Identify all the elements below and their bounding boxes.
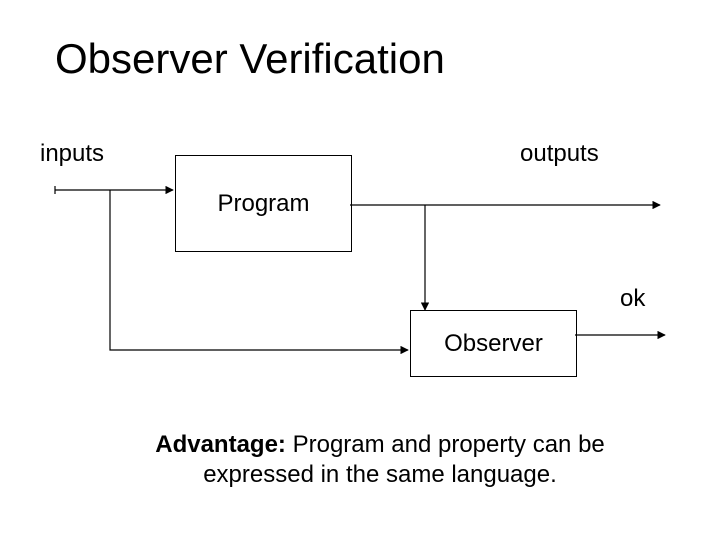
- advantage-lead: Advantage:: [155, 431, 286, 458]
- arrow-inputs-to-program: [55, 186, 173, 194]
- advantage-text: Advantage: Program and property can be e…: [100, 430, 660, 490]
- arrow-inputs-branch-to-observer: [110, 190, 408, 350]
